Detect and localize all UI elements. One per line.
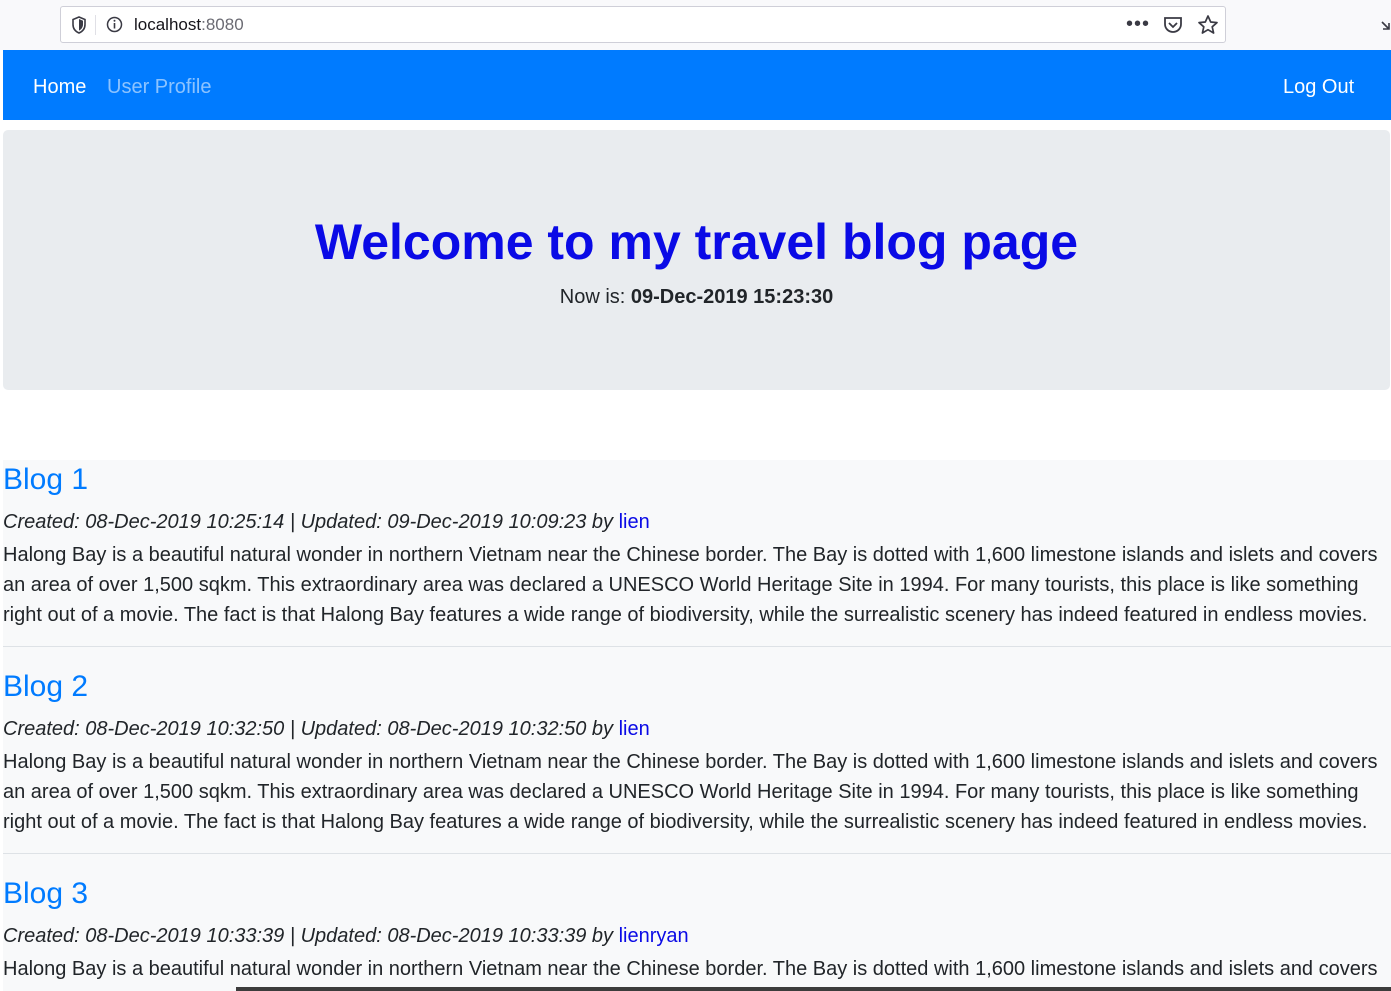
blog-list: Blog 1 Created: 08-Dec-2019 10:25:14 | U… [3, 460, 1391, 991]
page-title: Welcome to my travel blog page [314, 214, 1079, 270]
blog-dates: Created: 08-Dec-2019 10:33:39 | Updated:… [3, 925, 619, 947]
more-actions-icon[interactable]: ••• [1126, 13, 1150, 35]
blog-body: Halong Bay is a beautiful natural wonder… [3, 751, 1378, 833]
blog-title-link[interactable]: Blog 2 [3, 667, 88, 707]
blog-author-link[interactable]: lienryan [619, 925, 689, 947]
nav-home-link[interactable]: Home [33, 75, 86, 99]
blog-body: Halong Bay is a beautiful natural wonder… [3, 958, 1378, 980]
address-bar[interactable]: localhost:8080 ••• [60, 6, 1226, 43]
url-host: localhost [134, 15, 202, 34]
blog-dates: Created: 08-Dec-2019 10:32:50 | Updated:… [3, 718, 619, 740]
blog-author-link[interactable]: lien [619, 718, 650, 740]
navbar: Home User Profile Log Out [3, 50, 1391, 120]
blog-title-link[interactable]: Blog 1 [3, 460, 88, 500]
download-arrow-icon[interactable] [1380, 16, 1391, 36]
blog-divider [3, 646, 1391, 647]
blog-title-link[interactable]: Blog 3 [3, 874, 88, 914]
blog-author-link[interactable]: lien [619, 511, 650, 533]
nav-user-profile-link[interactable]: User Profile [107, 75, 211, 99]
current-time-value: 09-Dec-2019 15:23:30 [630, 286, 834, 308]
url-text[interactable]: localhost:8080 [134, 15, 244, 35]
blog-meta: Created: 08-Dec-2019 10:25:14 | Updated:… [3, 510, 650, 534]
blog-divider [3, 853, 1391, 854]
url-port: :8080 [201, 15, 244, 34]
blog-body: Halong Bay is a beautiful natural wonder… [3, 544, 1378, 626]
shield-icon[interactable] [71, 16, 87, 34]
pocket-icon[interactable] [1163, 15, 1183, 35]
blog-meta: Created: 08-Dec-2019 10:32:50 | Updated:… [3, 717, 650, 741]
bookmark-star-icon[interactable] [1197, 14, 1219, 36]
info-icon[interactable] [106, 16, 123, 33]
current-time: Now is: 09-Dec-2019 15:23:30 [3, 285, 1390, 309]
horizontal-scrollbar[interactable] [236, 987, 1391, 991]
blog-dates: Created: 08-Dec-2019 10:25:14 | Updated:… [3, 511, 619, 533]
current-time-label: Now is: [559, 286, 631, 308]
welcome-jumbotron: Welcome to my travel blog page Now is: 0… [3, 130, 1390, 390]
blog-meta: Created: 08-Dec-2019 10:33:39 | Updated:… [3, 924, 689, 948]
nav-logout-link[interactable]: Log Out [1283, 75, 1354, 99]
address-separator [95, 15, 96, 35]
browser-toolbar: localhost:8080 ••• [0, 0, 1391, 50]
